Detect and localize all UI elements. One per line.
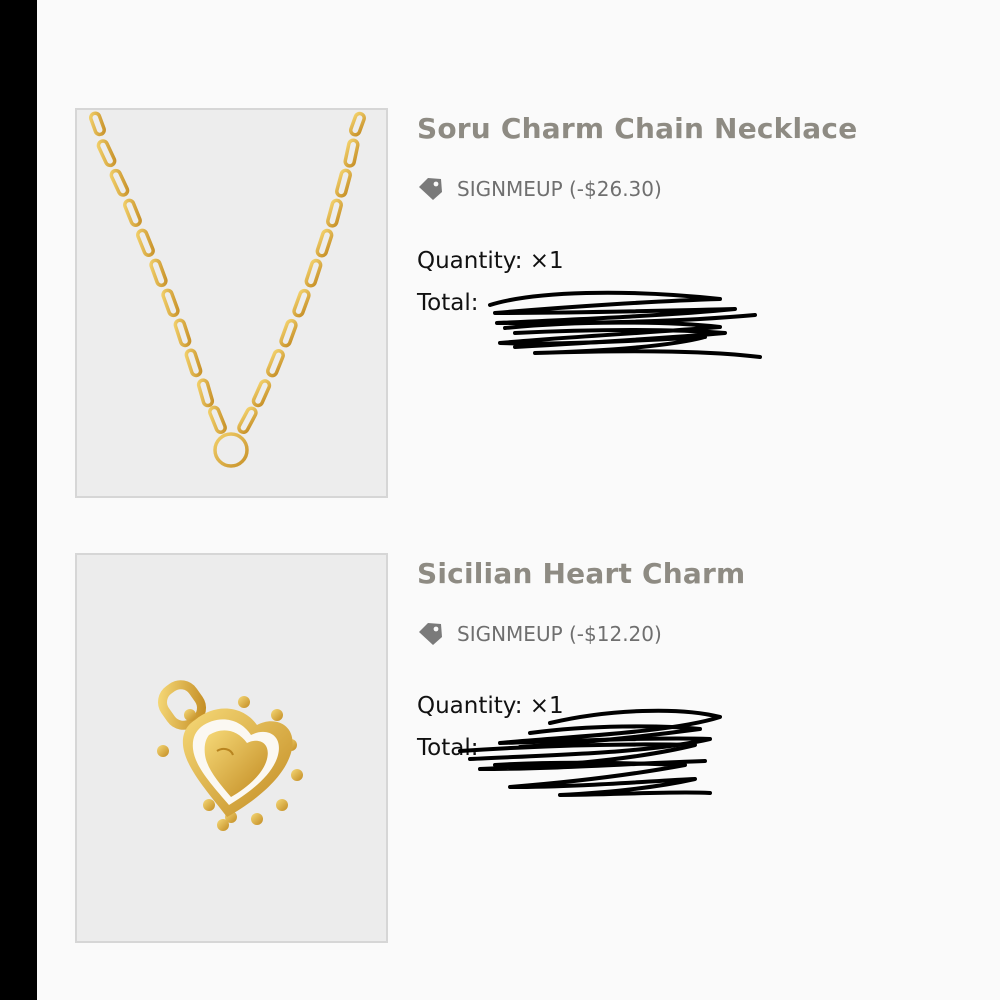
tag-icon (419, 623, 442, 645)
discount-label: SIGNMEUP (-$12.20) (457, 622, 662, 646)
cart-item: Soru Charm Chain Necklace SIGNMEUP (-$26… (75, 108, 1000, 500)
total-row: Total: (417, 290, 478, 316)
discount-label: SIGNMEUP (-$26.30) (457, 177, 662, 201)
necklace-image (77, 110, 386, 496)
quantity-label: Quantity: (417, 248, 530, 274)
total-label: Total: (417, 735, 479, 761)
product-image-necklace[interactable] (75, 108, 388, 498)
redaction-scribble (488, 290, 762, 359)
left-edge-bar (0, 0, 37, 1000)
quantity-value: ×1 (529, 248, 564, 274)
tag-icon (419, 178, 442, 200)
total-label: Total: (417, 290, 479, 316)
cart-item: Sicilian Heart Charm SIGNMEUP (-$12.20) … (75, 553, 1000, 945)
total-row: Total: (417, 735, 478, 761)
quantity-row: Quantity: ×1 (417, 693, 564, 719)
product-title[interactable]: Sicilian Heart Charm (417, 557, 745, 590)
discount-code: SIGNMEUP (-$26.30) (417, 174, 662, 204)
discount-code: SIGNMEUP (-$12.20) (417, 619, 662, 649)
product-image-heart-charm[interactable] (75, 553, 388, 943)
quantity-label: Quantity: (417, 693, 530, 719)
quantity-row: Quantity: ×1 (417, 248, 564, 274)
heart-charm-image (77, 555, 386, 941)
quantity-value: ×1 (529, 693, 564, 719)
product-title[interactable]: Soru Charm Chain Necklace (417, 112, 857, 145)
